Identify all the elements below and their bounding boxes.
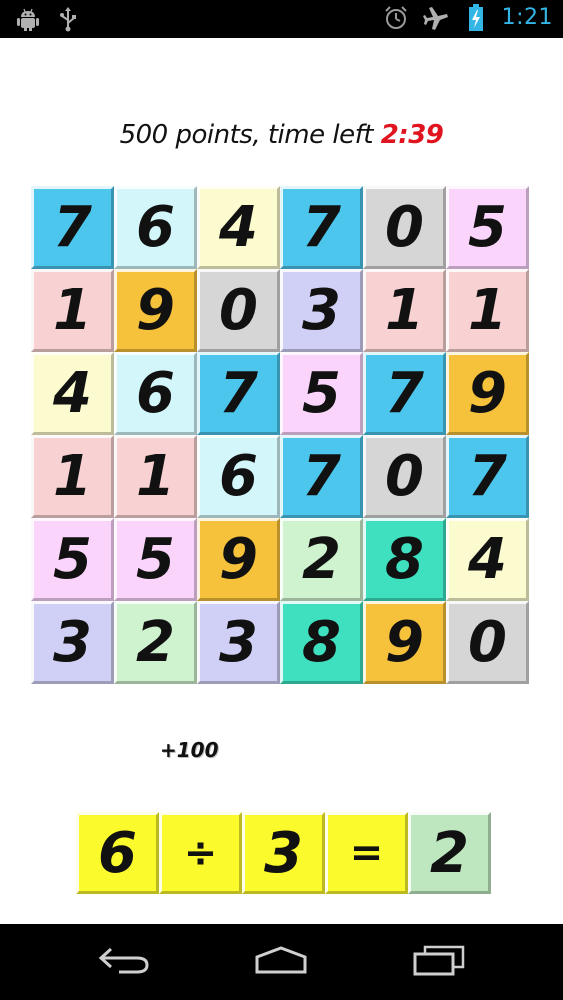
grid-tile-r5-c1[interactable]: 5 <box>31 518 114 601</box>
grid-tile-r2-c4[interactable]: 3 <box>280 269 363 352</box>
status-bar: 1:21 <box>0 0 563 38</box>
grid-tile-r6-c6[interactable]: 0 <box>446 601 529 684</box>
grid-tile-r1-c3[interactable]: 4 <box>197 186 280 269</box>
usb-icon <box>54 5 82 33</box>
bonus-points: +100 <box>160 738 219 762</box>
equation-row: 6 ÷ 3 = 2 <box>76 812 491 894</box>
grid-tile-r4-c2[interactable]: 1 <box>114 435 197 518</box>
time-left: 2:39 <box>380 120 444 150</box>
grid-tile-r2-c6[interactable]: 1 <box>446 269 529 352</box>
equation-tile-3: 3 <box>242 812 325 894</box>
equation-tile-4: = <box>325 812 408 894</box>
grid-tile-r2-c5[interactable]: 1 <box>363 269 446 352</box>
equation-tile-5: 2 <box>408 812 491 894</box>
status-clock: 1:21 <box>501 5 553 30</box>
grid-tile-r1-c6[interactable]: 5 <box>446 186 529 269</box>
grid-tile-r6-c5[interactable]: 9 <box>363 601 446 684</box>
equation-tile-1: 6 <box>76 812 159 894</box>
grid-tile-r4-c6[interactable]: 7 <box>446 435 529 518</box>
airplane-mode-icon <box>422 4 450 32</box>
grid-tile-r4-c5[interactable]: 0 <box>363 435 446 518</box>
grid-tile-r3-c2[interactable]: 6 <box>114 352 197 435</box>
back-icon <box>97 945 153 979</box>
grid-tile-r5-c2[interactable]: 5 <box>114 518 197 601</box>
grid-tile-r1-c5[interactable]: 0 <box>363 186 446 269</box>
grid-tile-r1-c2[interactable]: 6 <box>114 186 197 269</box>
grid-tile-r3-c4[interactable]: 5 <box>280 352 363 435</box>
grid-tile-r2-c1[interactable]: 1 <box>31 269 114 352</box>
grid-tile-r3-c5[interactable]: 7 <box>363 352 446 435</box>
grid-tile-r4-c1[interactable]: 1 <box>31 435 114 518</box>
status-left <box>14 5 82 33</box>
home-button[interactable] <box>246 942 316 982</box>
grid-tile-r4-c4[interactable]: 7 <box>280 435 363 518</box>
score-text: 500 points, time left <box>119 120 381 150</box>
android-debug-icon <box>14 5 42 33</box>
grid-tile-r2-c3[interactable]: 0 <box>197 269 280 352</box>
grid-tile-r6-c2[interactable]: 2 <box>114 601 197 684</box>
status-right: 1:21 <box>382 4 553 32</box>
grid-tile-r4-c3[interactable]: 6 <box>197 435 280 518</box>
back-button[interactable] <box>90 942 160 982</box>
grid-tile-r3-c1[interactable]: 4 <box>31 352 114 435</box>
grid-tile-r1-c1[interactable]: 7 <box>31 186 114 269</box>
recent-apps-button[interactable] <box>404 942 474 982</box>
recent-apps-icon <box>411 944 467 980</box>
navigation-bar <box>0 924 563 1000</box>
grid-tile-r5-c3[interactable]: 9 <box>197 518 280 601</box>
score-line: 500 points, time left 2:39 <box>0 120 563 150</box>
home-icon <box>251 945 311 979</box>
grid-tile-r3-c6[interactable]: 9 <box>446 352 529 435</box>
grid-tile-r6-c1[interactable]: 3 <box>31 601 114 684</box>
grid-tile-r5-c4[interactable]: 2 <box>280 518 363 601</box>
grid-tile-r3-c3[interactable]: 7 <box>197 352 280 435</box>
grid-tile-r1-c4[interactable]: 7 <box>280 186 363 269</box>
grid-tile-r5-c5[interactable]: 8 <box>363 518 446 601</box>
battery-charging-icon <box>462 4 490 32</box>
grid-tile-r5-c6[interactable]: 4 <box>446 518 529 601</box>
equation-tile-2: ÷ <box>159 812 242 894</box>
grid-tile-r6-c4[interactable]: 8 <box>280 601 363 684</box>
grid-tile-r2-c2[interactable]: 9 <box>114 269 197 352</box>
grid-tile-r6-c3[interactable]: 3 <box>197 601 280 684</box>
number-grid: 764705190311467579116707559284323890 <box>31 186 529 684</box>
alarm-icon <box>382 4 410 32</box>
